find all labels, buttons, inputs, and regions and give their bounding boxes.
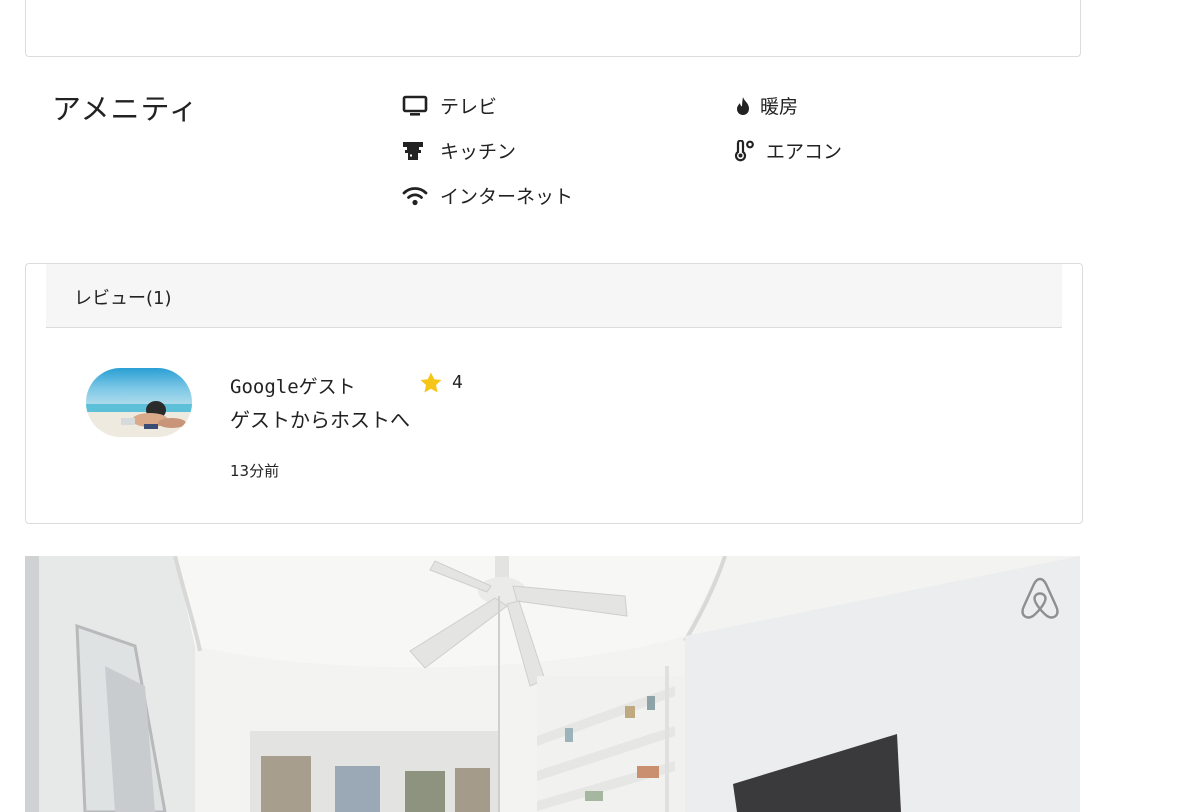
thermometer-icon [734,139,758,162]
kitchen-icon [402,140,430,162]
amenity-label: インターネット [440,186,574,208]
star-icon [420,372,442,393]
amenity-heating: 暖房 [734,92,798,119]
review-rating: 4 [420,372,463,393]
previous-section-card [25,0,1081,57]
amenity-label: テレビ [440,96,498,118]
tv-icon [402,95,430,117]
reviews-header: レビュー(1) [46,264,1062,328]
amenity-label: 暖房 [760,96,799,118]
avatar [86,368,192,437]
airbnb-logo-icon [1020,576,1060,620]
reviews-count-label: レビュー(1) [74,288,172,309]
review-timestamp: 13分前 [230,462,280,480]
review-text: ゲストからホストへ [230,408,410,432]
amenity-tv: テレビ [402,92,497,119]
fire-icon [734,95,754,117]
amenities-title: アメニティ [52,92,199,126]
amenity-label: キッチン [440,141,517,163]
amenity-internet: インターネット [402,182,573,209]
rating-value: 4 [452,372,463,393]
amenity-kitchen: キッチン [402,137,516,164]
amenity-aircon: エアコン [734,137,842,164]
wifi-icon [402,185,430,207]
reviews-card: レビュー(1) Googleゲスト 4 ゲストからホストへ 13分前 [25,263,1083,524]
reviewer-name: Googleゲスト [230,376,356,398]
listing-photo[interactable] [25,556,1080,812]
amenity-label: エアコン [766,141,843,163]
